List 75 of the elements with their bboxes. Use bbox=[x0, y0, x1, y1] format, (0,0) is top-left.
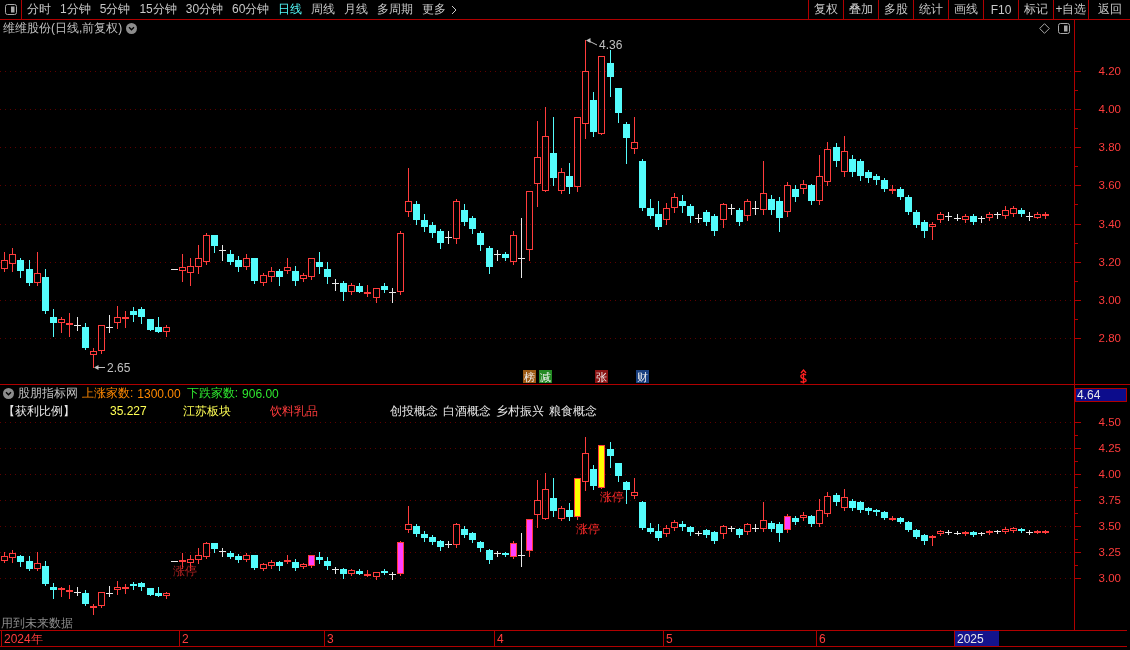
info-value: 35.227 bbox=[110, 404, 148, 418]
concept-label: 白酒概念 bbox=[443, 402, 491, 420]
concept-label: 粮食概念 bbox=[549, 402, 597, 420]
toolbar-button[interactable]: 多股 bbox=[878, 0, 913, 19]
axis-label: 3.25 bbox=[1098, 546, 1121, 558]
axis-label: 4.25 bbox=[1098, 442, 1121, 454]
split-square-icon[interactable] bbox=[1058, 22, 1070, 34]
leader-arrow bbox=[586, 38, 598, 46]
more-menu-tab[interactable]: 更多 bbox=[422, 1, 458, 18]
event-tag: 张 bbox=[595, 370, 608, 383]
axis-label: 4.00 bbox=[1098, 468, 1121, 480]
toolbar-button[interactable]: 返回 bbox=[1088, 0, 1130, 19]
toolbar-button[interactable]: 标记 bbox=[1018, 0, 1053, 19]
date-label: 4 bbox=[497, 631, 504, 646]
axis-label: 2.80 bbox=[1098, 332, 1121, 344]
chevron-circle-icon[interactable] bbox=[126, 22, 138, 34]
date-label: 6 bbox=[819, 631, 826, 646]
region-label: 江苏板块 bbox=[183, 402, 232, 420]
toolbar-button[interactable]: +自选 bbox=[1053, 0, 1088, 19]
current-price-label: 4.64 bbox=[1075, 388, 1127, 402]
period-tab[interactable]: 多周期 bbox=[377, 1, 414, 18]
period-tab[interactable]: 5分钟 bbox=[99, 1, 131, 18]
chart-annotation: 涨停 bbox=[173, 564, 197, 579]
toolbar-button[interactable]: F10 bbox=[983, 0, 1018, 19]
stat-label: 下跌家数: bbox=[186, 385, 239, 402]
date-label: 3 bbox=[327, 631, 334, 646]
event-tag: 榜 bbox=[523, 370, 536, 383]
axis-label: 4.20 bbox=[1098, 65, 1121, 77]
date-label: 5 bbox=[666, 631, 673, 646]
axis-label: 4.50 bbox=[1098, 416, 1121, 428]
period-tab[interactable]: 周线 bbox=[311, 1, 336, 18]
date-label: 2 bbox=[182, 631, 189, 646]
axis-label: 3.00 bbox=[1098, 572, 1121, 584]
toolbar-button[interactable]: 复权 bbox=[808, 0, 843, 19]
date-label: 2024年 bbox=[4, 631, 43, 646]
diamond-icon[interactable] bbox=[1039, 22, 1050, 34]
axis-label: 3.40 bbox=[1098, 217, 1121, 230]
axis-label: 3.80 bbox=[1098, 141, 1121, 154]
split-square-icon bbox=[4, 4, 17, 15]
chevron-right-icon bbox=[451, 4, 458, 15]
toolbar-button[interactable]: 叠加 bbox=[843, 0, 878, 19]
industry-label: 饮料乳品 bbox=[270, 402, 319, 420]
period-tab[interactable]: 分时 bbox=[27, 1, 51, 18]
axis-label: 3.75 bbox=[1098, 494, 1121, 506]
axis-label: 3.50 bbox=[1098, 520, 1121, 532]
price-label: 4.36 bbox=[599, 38, 623, 52]
indicator-name: 股朋指标网 bbox=[18, 385, 78, 402]
chevron-circle-icon[interactable] bbox=[3, 388, 14, 399]
toolbar-button[interactable]: 统计 bbox=[913, 0, 948, 19]
date-label: 2025 bbox=[955, 631, 999, 646]
toolbar-button[interactable]: 画线 bbox=[948, 0, 983, 19]
axis-label: 3.60 bbox=[1098, 179, 1121, 192]
event-tag: 财 bbox=[636, 370, 649, 383]
axis-label: 4.00 bbox=[1098, 103, 1121, 116]
period-tab[interactable]: 60分钟 bbox=[232, 1, 270, 18]
event-tag: 减 bbox=[539, 370, 552, 383]
concept-label: 创投概念 bbox=[390, 402, 438, 420]
axis-label: 3.00 bbox=[1098, 293, 1121, 306]
price-label: 2.65 bbox=[107, 360, 131, 375]
footnote-text: 用到未来数据 bbox=[1, 614, 73, 632]
leader-arrow bbox=[94, 365, 106, 370]
stat-value: 1300.00 bbox=[137, 386, 181, 401]
concept-label: 乡村振兴 bbox=[496, 402, 544, 420]
info-label: 【获利比例】 bbox=[3, 402, 76, 420]
period-tab[interactable]: 30分钟 bbox=[185, 1, 224, 18]
period-tab[interactable]: 月线 bbox=[344, 1, 369, 18]
chart-annotation: 涨停 bbox=[600, 490, 624, 505]
stat-value: 906.00 bbox=[242, 386, 279, 401]
chart-annotation: 涨停 bbox=[576, 521, 600, 536]
period-tab[interactable]: 15分钟 bbox=[139, 1, 177, 18]
chart-title: 维维股份(日线,前复权) bbox=[3, 19, 123, 37]
period-tab[interactable]: 1分钟 bbox=[60, 1, 91, 18]
stat-label: 上涨家数: bbox=[82, 385, 134, 402]
axis-label: 3.20 bbox=[1098, 255, 1121, 268]
period-tab[interactable]: 日线 bbox=[278, 1, 303, 18]
